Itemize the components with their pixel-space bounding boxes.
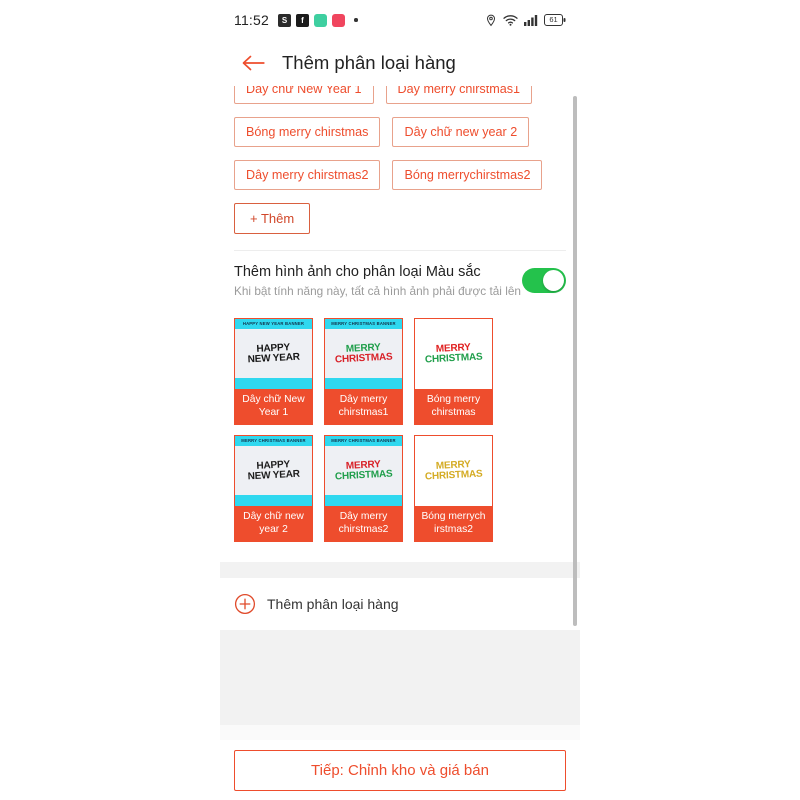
image-toggle-row: Thêm hình ảnh cho phân loại Màu sắc Khi … bbox=[220, 251, 580, 310]
back-arrow-icon bbox=[242, 55, 265, 71]
switch-knob bbox=[543, 270, 564, 291]
variations-section: Dây chữ New Year 1 Dây merry chirstmas1 … bbox=[220, 86, 580, 562]
variation-thumbnail: MERRY CHRISTMAS BANNER MERRY CHRISTMAS bbox=[325, 319, 402, 389]
thumb-banner-label: MERRY CHRISTMAS BANNER bbox=[325, 319, 402, 329]
screenshot-root: 11:52 S f 61 Thêm phân loại hàng Dây chữ… bbox=[0, 0, 800, 800]
scrollbar[interactable] bbox=[573, 96, 577, 626]
variation-image-caption: Bóng merry chirstmas bbox=[415, 389, 492, 424]
thumb-art: MERRY CHRISTMAS bbox=[325, 329, 402, 378]
signal-bars-icon bbox=[524, 15, 538, 26]
variation-thumbnail: HAPPY NEW YEAR BANNER HAPPY NEW YEAR bbox=[235, 319, 312, 389]
thumb-banner-label: MERRY CHRISTMAS BANNER bbox=[325, 436, 402, 446]
variation-thumbnail: MERRY CHRISTMAS bbox=[415, 436, 492, 506]
thumb-bottom-strip bbox=[235, 495, 312, 506]
bottom-filler bbox=[220, 630, 580, 725]
facebook-app-icon: f bbox=[296, 13, 309, 27]
thumb-bottom-strip bbox=[235, 378, 312, 389]
variation-chip[interactable]: Bóng merry chirstmas bbox=[234, 117, 381, 147]
more-notifications-dot bbox=[354, 18, 358, 22]
thumb-art: HAPPY NEW YEAR bbox=[235, 446, 312, 495]
variation-image-caption: Bóng merrych irstmas2 bbox=[415, 506, 492, 541]
thumb-art: HAPPY NEW YEAR bbox=[235, 329, 312, 378]
thumb-art: MERRY CHRISTMAS bbox=[415, 319, 492, 389]
image-toggle-switch[interactable] bbox=[522, 268, 566, 293]
variation-image-card[interactable]: MERRY CHRISTMAS BANNER MERRY CHRISTMAS D… bbox=[324, 435, 403, 542]
thumb-art-line2: CHRISTMAS bbox=[424, 351, 483, 366]
cta-container: Tiếp: Chỉnh kho và giá bán bbox=[220, 740, 580, 800]
status-time: 11:52 bbox=[234, 12, 269, 28]
red-app-icon bbox=[332, 13, 345, 27]
shopee-app-icon: S bbox=[278, 13, 291, 27]
thumb-art-line2: NEW YEAR bbox=[247, 351, 301, 365]
thumb-art: MERRY CHRISTMAS bbox=[325, 446, 402, 495]
thumb-banner-label: HAPPY NEW YEAR BANNER bbox=[235, 319, 312, 329]
green-app-icon bbox=[314, 13, 327, 27]
next-step-button[interactable]: Tiếp: Chỉnh kho và giá bán bbox=[234, 750, 566, 791]
variation-image-card[interactable]: MERRY CHRISTMAS Bóng merry chirstmas bbox=[414, 318, 493, 425]
section-gap bbox=[220, 562, 580, 578]
chip-row-2: Bóng merry chirstmas Dây chữ new year 2 bbox=[234, 117, 566, 147]
chip-row-3: Dây merry chirstmas2 Bóng merrychirstmas… bbox=[234, 160, 566, 190]
battery-percent: 61 bbox=[549, 15, 558, 24]
add-variation-label: Thêm phân loại hàng bbox=[267, 596, 399, 612]
back-button[interactable] bbox=[234, 44, 272, 82]
thumb-art-line2: CHRISTMAS bbox=[424, 468, 483, 483]
thumb-art: MERRY CHRISTMAS bbox=[415, 436, 492, 506]
variation-image-caption: Dây chữ New Year 1 bbox=[235, 389, 312, 424]
variation-image-card[interactable]: MERRY CHRISTMAS Bóng merrych irstmas2 bbox=[414, 435, 493, 542]
variation-chip[interactable]: Bóng merrychirstmas2 bbox=[392, 160, 543, 190]
wifi-icon bbox=[503, 15, 518, 26]
grid-row-2: MERRY CHRISTMAS BANNER HAPPY NEW YEAR Dâ… bbox=[234, 435, 566, 542]
status-system-icons: 61 bbox=[485, 14, 566, 27]
variation-thumbnail: MERRY CHRISTMAS BANNER MERRY CHRISTMAS bbox=[325, 436, 402, 506]
variation-image-grid: HAPPY NEW YEAR BANNER HAPPY NEW YEAR Dây… bbox=[220, 310, 580, 562]
thumb-bottom-strip bbox=[325, 495, 402, 506]
variation-image-card[interactable]: MERRY CHRISTMAS BANNER HAPPY NEW YEAR Dâ… bbox=[234, 435, 313, 542]
variation-chip[interactable]: Dây merry chirstmas1 bbox=[385, 86, 533, 104]
add-variation-row[interactable]: Thêm phân loại hàng bbox=[220, 578, 580, 630]
variation-image-caption: Dây merry chirstmas1 bbox=[325, 389, 402, 424]
variation-image-caption: Dây chữ new year 2 bbox=[235, 506, 312, 541]
app-header: Thêm phân loại hàng bbox=[220, 40, 580, 86]
chip-row-add: + Thêm bbox=[234, 203, 566, 234]
variation-chip-list: Dây chữ New Year 1 Dây merry chirstmas1 … bbox=[220, 86, 580, 250]
thumb-art-line2: NEW YEAR bbox=[247, 468, 301, 482]
thumb-bottom-strip bbox=[325, 378, 402, 389]
variation-image-card[interactable]: MERRY CHRISTMAS BANNER MERRY CHRISTMAS D… bbox=[324, 318, 403, 425]
phone-viewport: 11:52 S f 61 Thêm phân loại hàng Dây chữ… bbox=[220, 0, 580, 800]
location-pin-icon bbox=[486, 14, 496, 26]
image-toggle-title: Thêm hình ảnh cho phân loại Màu sắc bbox=[234, 264, 481, 280]
status-bar: 11:52 S f 61 bbox=[220, 0, 580, 40]
chip-row-1: Dây chữ New Year 1 Dây merry chirstmas1 bbox=[234, 86, 566, 104]
variation-image-caption: Dây merry chirstmas2 bbox=[325, 506, 402, 541]
variation-thumbnail: MERRY CHRISTMAS bbox=[415, 319, 492, 389]
scrollbar-thumb[interactable] bbox=[573, 96, 577, 626]
variation-image-card[interactable]: HAPPY NEW YEAR BANNER HAPPY NEW YEAR Dây… bbox=[234, 318, 313, 425]
page-title: Thêm phân loại hàng bbox=[282, 52, 456, 73]
image-toggle-subtitle: Khi bật tính năng này, tất cả hình ảnh p… bbox=[234, 284, 521, 298]
image-toggle-texts: Thêm hình ảnh cho phân loại Màu sắc Khi … bbox=[234, 264, 522, 298]
plus-circle-icon bbox=[234, 593, 256, 615]
add-variation-chip[interactable]: + Thêm bbox=[234, 203, 311, 234]
status-app-icons: S f bbox=[278, 13, 358, 27]
thumb-art-line2: CHRISTMAS bbox=[334, 350, 393, 365]
thumb-art-line2: CHRISTMAS bbox=[334, 467, 393, 482]
battery-indicator: 61 bbox=[544, 14, 566, 26]
scroll-content[interactable]: Dây chữ New Year 1 Dây merry chirstmas1 … bbox=[220, 86, 580, 740]
variation-chip[interactable]: Dây merry chirstmas2 bbox=[234, 160, 381, 190]
variation-thumbnail: MERRY CHRISTMAS BANNER HAPPY NEW YEAR bbox=[235, 436, 312, 506]
thumb-banner-label: MERRY CHRISTMAS BANNER bbox=[235, 436, 312, 446]
grid-row-1: HAPPY NEW YEAR BANNER HAPPY NEW YEAR Dây… bbox=[234, 318, 566, 425]
variation-chip[interactable]: Dây chữ new year 2 bbox=[392, 117, 530, 147]
variation-chip[interactable]: Dây chữ New Year 1 bbox=[234, 86, 374, 104]
